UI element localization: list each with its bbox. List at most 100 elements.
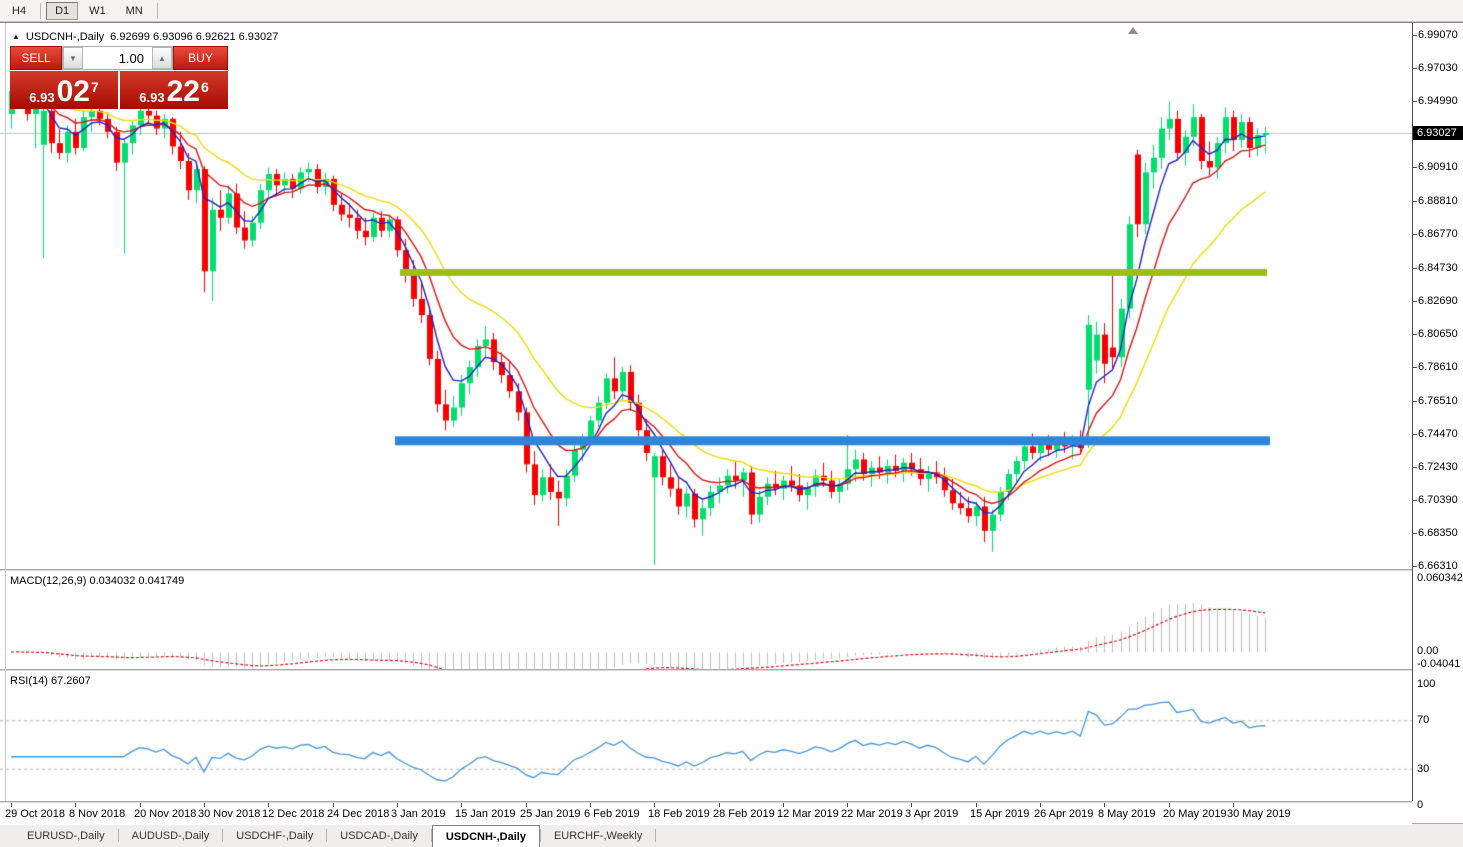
date-tick	[1233, 803, 1234, 807]
tab-usdchf[interactable]: USDCHF-,Daily	[223, 824, 326, 847]
date-tick	[654, 803, 655, 807]
buy-price-big: 22	[166, 75, 200, 108]
timeframe-toolbar: H4 D1 W1 MN	[0, 0, 1463, 22]
mt4-workspace: H4 D1 W1 MN ▲ USDCNH-,Daily 6.92699 6.93096…	[0, 0, 1463, 847]
date-axis-label: 12 Mar 2019	[777, 808, 839, 820]
timeframe-button-h4[interactable]: H4	[3, 2, 35, 20]
toolbar-separator	[156, 2, 158, 19]
volume-stepper: ▼ 1.00 ▲	[62, 46, 173, 70]
price-axis-label: 6.72430	[1413, 461, 1458, 473]
date-axis[interactable]: 29 Oct 2018 8 Nov 2018 20 Nov 2018 30 Nov 2…	[0, 803, 1412, 825]
date-tick	[333, 803, 334, 807]
price-axis-label: 6.84730	[1413, 262, 1458, 274]
date-tick	[397, 803, 398, 807]
date-tick	[1040, 803, 1041, 807]
date-tick	[1169, 803, 1170, 807]
date-axis-label: 3 Jan 2019	[391, 808, 446, 820]
date-tick	[75, 803, 76, 807]
collapse-arrow-icon[interactable]: ▲	[12, 33, 20, 41]
macd-axis-label: 0.00	[1417, 645, 1439, 657]
date-tick	[976, 803, 977, 807]
sell-price-sup: 7	[90, 79, 99, 95]
volume-value[interactable]: 1.00	[83, 47, 152, 69]
date-axis-label: 20 May 2019	[1163, 808, 1227, 820]
date-axis-label: 6 Feb 2019	[584, 808, 640, 820]
chart-title: ▲ USDCNH-,Daily 6.92699 6.93096 6.92621 …	[12, 31, 278, 43]
date-tick	[1104, 803, 1105, 807]
buy-button[interactable]: BUY	[173, 46, 228, 70]
date-axis-label: 20 Nov 2018	[134, 808, 197, 820]
one-click-trading-widget: SELL ▼ 1.00 ▲ BUY 6.93 02 7 6.93 22 6	[10, 46, 228, 109]
pane-separator[interactable]	[0, 669, 1412, 671]
date-axis-label: 3 Apr 2019	[905, 808, 959, 820]
rsi-canvas[interactable]	[0, 671, 1412, 801]
tab-audusd[interactable]: AUDUSD-,Daily	[119, 824, 223, 847]
tab-usdcad[interactable]: USDCAD-,Daily	[327, 824, 431, 847]
tab-eurusd[interactable]: EURUSD-,Daily	[14, 824, 118, 847]
toolbar-separator	[40, 2, 42, 19]
tab-usdcnh[interactable]: USDCNH-,Daily	[431, 825, 540, 847]
date-tick	[719, 803, 720, 807]
main-chart-pane[interactable]: ▲ USDCNH-,Daily 6.92699 6.93096 6.92621 …	[0, 24, 1412, 569]
chart-symbol-period: USDCNH-,Daily	[25, 31, 105, 43]
volume-decrease-icon[interactable]: ▼	[63, 47, 83, 69]
buy-price-small: 6.93	[139, 90, 165, 105]
date-tick	[847, 803, 848, 807]
price-axis-label: 6.68350	[1413, 527, 1458, 539]
price-axis-label: 6.78610	[1413, 361, 1458, 373]
date-axis-label: 26 Apr 2019	[1034, 808, 1094, 820]
sell-price-panel[interactable]: 6.93 02 7	[10, 71, 118, 109]
date-axis-label: 28 Feb 2019	[713, 808, 775, 820]
pane-separator[interactable]	[0, 569, 1412, 571]
chart-window: ▲ USDCNH-,Daily 6.92699 6.93096 6.92621 …	[0, 22, 1463, 825]
rsi-label: RSI(14) 67.2607	[10, 675, 91, 687]
timeframe-button-d1[interactable]: D1	[46, 1, 79, 20]
sell-price-big: 02	[56, 75, 90, 108]
chart-shift-icon[interactable]	[1128, 27, 1138, 34]
date-tick	[204, 803, 205, 807]
date-axis-label: 15 Apr 2019	[970, 808, 1030, 820]
sell-button[interactable]: SELL	[10, 46, 62, 70]
price-axis-label: 6.99070	[1413, 29, 1458, 41]
price-axis-label: 6.74470	[1413, 428, 1458, 440]
date-axis-label: 18 Feb 2019	[648, 808, 710, 820]
rsi-axis-label: 0	[1417, 799, 1424, 811]
macd-canvas[interactable]	[0, 571, 1412, 669]
date-tick	[140, 803, 141, 807]
chart-tab-bar: EURUSD-,Daily AUDUSD-,Daily USDCHF-,Daily U…	[0, 823, 1463, 847]
tab-eurchf[interactable]: EURCHF-,Weekly	[541, 824, 655, 847]
timeframe-button-mn[interactable]: MN	[117, 2, 152, 20]
rsi-axis-label: 70	[1417, 714, 1430, 726]
date-axis-label: 15 Jan 2019	[455, 808, 516, 820]
date-axis-label: 8 Nov 2018	[69, 808, 126, 820]
price-axis-label: 6.90910	[1413, 161, 1458, 173]
rsi-pane[interactable]: RSI(14) 67.2607	[0, 671, 1412, 801]
price-axis-label: 6.66310	[1413, 560, 1458, 572]
date-tick	[11, 803, 12, 807]
tab-separator	[655, 829, 657, 842]
date-tick	[268, 803, 269, 807]
macd-label: MACD(12,26,9) 0.034032 0.041749	[10, 575, 185, 587]
value-axis[interactable]: 6.99070 6.97030 6.94990 6.90910 6.88810 6.867…	[1413, 23, 1463, 823]
macd-axis-label: 0.060342	[1417, 572, 1463, 584]
date-axis-label: 24 Dec 2018	[327, 808, 390, 820]
date-axis-label: 25 Jan 2019	[520, 808, 581, 820]
date-axis-label: 8 May 2019	[1098, 808, 1156, 820]
macd-pane[interactable]: MACD(12,26,9) 0.034032 0.041749	[0, 571, 1412, 669]
date-axis-label: 30 Nov 2018	[198, 808, 261, 820]
window-edge	[5, 23, 6, 801]
timeframe-button-w1[interactable]: W1	[80, 2, 115, 20]
buy-price-panel[interactable]: 6.93 22 6	[120, 71, 228, 109]
date-tick	[526, 803, 527, 807]
price-axis-label: 6.88810	[1413, 195, 1458, 207]
price-axis-label: 6.97030	[1413, 62, 1458, 74]
price-axis-label: 6.80650	[1413, 328, 1458, 340]
price-axis-label: 6.94990	[1413, 95, 1458, 107]
price-axis-label: 6.86770	[1413, 228, 1458, 240]
volume-increase-icon[interactable]: ▲	[152, 47, 172, 69]
date-tick	[461, 803, 462, 807]
macd-axis-label: -0.04041	[1417, 658, 1461, 670]
price-axis-label: 6.70390	[1413, 494, 1458, 506]
date-tick	[590, 803, 591, 807]
rsi-axis-label: 30	[1417, 763, 1430, 775]
